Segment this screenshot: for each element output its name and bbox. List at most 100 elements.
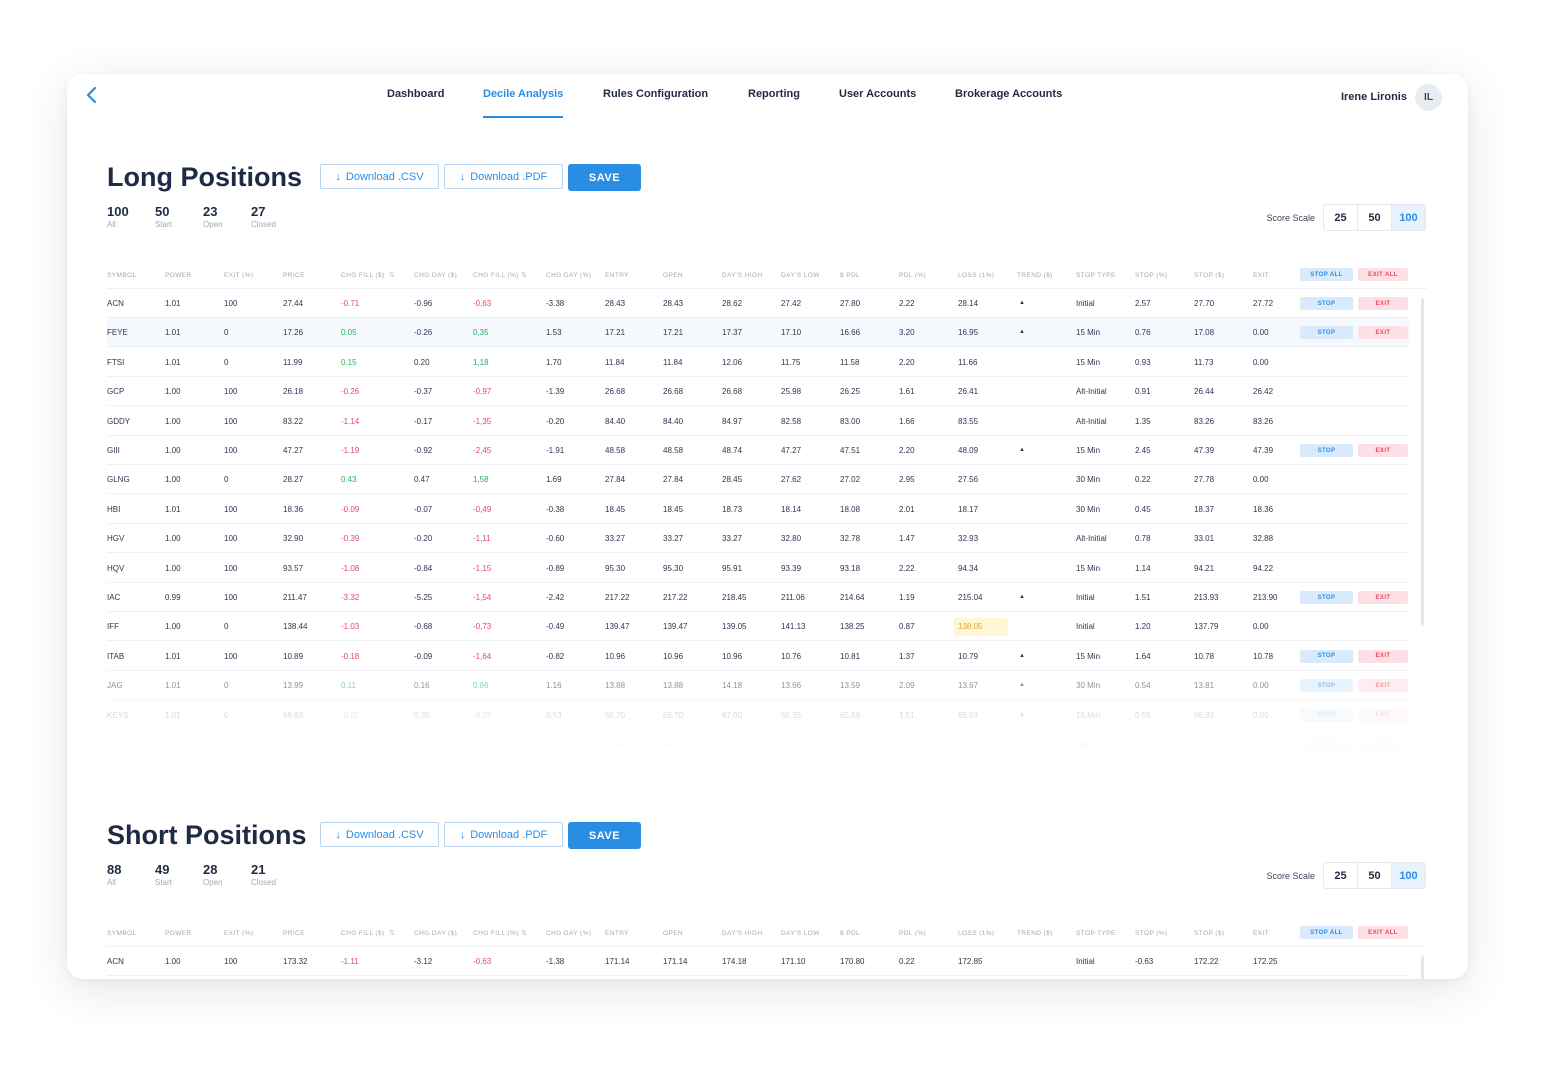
column-header-open[interactable]: OPEN xyxy=(663,272,683,279)
column-header-chg-day[interactable]: CHG DAY (%) xyxy=(546,272,591,279)
column-header-stop[interactable]: STOP ($) xyxy=(1194,272,1224,279)
stop-button[interactable]: STOP xyxy=(1300,444,1353,457)
exit-button[interactable]: EXIT xyxy=(1358,708,1408,722)
table-row[interactable]: FTSI 1.01 0 11.99 0.15 0.20 1,18 1.70 11.84 11.84… xyxy=(107,348,1409,377)
download-csv-button[interactable]: ↓ Download .CSV xyxy=(320,164,439,189)
column-header-day-s-high[interactable]: DAY'S HIGH xyxy=(722,930,763,937)
column-header-entry[interactable]: ENTRY xyxy=(605,930,629,937)
table-row[interactable]: GIII 1.00 100 47.27 -1.19 -0.92 -2,45 -1.91 48.5… xyxy=(107,436,1409,465)
download-csv-button[interactable]: ↓ Download .CSV xyxy=(320,822,439,847)
table-row[interactable]: KS 1.00 0 14.07 -0.34 0.36 -1,11 -2.23 14.41 14.4… xyxy=(107,730,1409,759)
column-header-symbol[interactable]: SYMBOL xyxy=(107,272,137,279)
download-pdf-button[interactable]: ↓ Download .PDF xyxy=(444,822,563,847)
stop-button[interactable]: STOP xyxy=(1300,649,1353,663)
nav-user-accounts[interactable]: User Accounts xyxy=(839,88,916,118)
table-row[interactable]: FEYE 1.01 0 17.26 0.05 -0.26 0,35 1.53 17.21 17.2… xyxy=(107,318,1409,348)
save-button[interactable]: SAVE xyxy=(568,164,641,191)
score-option-25[interactable]: 25 xyxy=(1324,863,1358,888)
column-header-open[interactable]: OPEN xyxy=(663,930,683,937)
column-header-price[interactable]: PRICE xyxy=(283,930,305,937)
sort-icon[interactable]: ⇅ xyxy=(521,271,527,279)
nav-dashboard[interactable]: Dashboard xyxy=(387,88,444,118)
column-header-exit[interactable]: EXIT xyxy=(1253,272,1269,279)
column-header-stop[interactable]: STOP ($) xyxy=(1194,930,1224,937)
score-option-100[interactable]: 100 xyxy=(1392,863,1425,888)
column-header-chg-day[interactable]: CHG DAY (%) xyxy=(546,930,591,937)
column-header-exit[interactable]: EXIT (%) xyxy=(224,272,253,279)
stop-button[interactable]: STOP xyxy=(1300,708,1353,722)
column-header-power[interactable]: POWER xyxy=(165,272,192,279)
table-row[interactable]: JAG 1.01 0 13.99 0.11 0.16 0,86 1.16 13.88 13.88 1… xyxy=(107,671,1409,701)
column-header-chg-fill[interactable]: CHG FILL ($) xyxy=(341,272,385,279)
column-header-price[interactable]: PRICE xyxy=(283,272,305,279)
column-header-stop-type[interactable]: STOP TYPE xyxy=(1076,930,1116,937)
stop-button[interactable]: STOP xyxy=(1300,326,1353,340)
download-pdf-button[interactable]: ↓ Download .PDF xyxy=(444,164,563,189)
exit-button[interactable]: EXIT xyxy=(1358,738,1408,751)
column-header-pdl[interactable]: $ PDL xyxy=(840,272,860,279)
column-header-day-s-high[interactable]: DAY'S HIGH xyxy=(722,272,763,279)
column-header-loss-1[interactable]: LOSS (1%) xyxy=(958,272,994,279)
column-header-pdl[interactable]: PDL (%) xyxy=(899,272,926,279)
exit-button[interactable]: EXIT xyxy=(1358,297,1408,310)
exit-button[interactable]: EXIT xyxy=(1358,679,1408,693)
sort-icon[interactable]: ⇅ xyxy=(389,271,395,279)
user-menu[interactable]: Irene Lironis IL xyxy=(1341,83,1442,111)
avatar[interactable]: IL xyxy=(1415,83,1442,111)
column-header-power[interactable]: POWER xyxy=(165,930,192,937)
column-header-day-s-low[interactable]: DAY'S LOW xyxy=(781,272,820,279)
column-header-stop-type[interactable]: STOP TYPE xyxy=(1076,272,1116,279)
column-header-chg-day[interactable]: CHG DAY ($) xyxy=(414,930,457,937)
table-row[interactable]: GCP 1.00 100 26.18 -0.26 -0.37 -0,97 -1.39 26.68… xyxy=(107,377,1409,407)
save-button[interactable]: SAVE xyxy=(568,822,641,849)
table-row[interactable]: IAC 0.99 100 211.47 -3.32 -5.25 -1,54 -2.42 217.… xyxy=(107,583,1409,612)
table-row[interactable]: KEYS 1.01 0 66.63 -0.07 0.35 -0,03 0.53 66.70 66.… xyxy=(107,701,1409,730)
table-row[interactable]: ACN 1.00 100 173.32 -1.11 -3.12 -0,63 -1.38 171.… xyxy=(107,947,1409,976)
table-row[interactable]: HBI 1.01 100 18.36 -0.09 -0.07 -0,49 -0.38 18.45… xyxy=(107,495,1409,524)
table-row[interactable]: HQV 1.00 100 93.57 -1.08 -0.84 -1,15 -0.89 95.30… xyxy=(107,554,1409,583)
stop-button[interactable]: STOP xyxy=(1300,738,1353,751)
table-row[interactable]: ITAB 1.01 100 10.89 -0.18 -0.09 -1,64 -0.82 10.9… xyxy=(107,642,1409,671)
exit-button[interactable]: EXIT xyxy=(1358,649,1408,663)
score-option-25[interactable]: 25 xyxy=(1324,205,1358,230)
exit-button[interactable]: EXIT xyxy=(1358,591,1408,604)
column-header-loss-1[interactable]: LOSS (1%) xyxy=(958,930,994,937)
long-table-scrollbar[interactable] xyxy=(1421,298,1424,626)
stop-button[interactable]: STOP xyxy=(1300,679,1353,693)
column-header-pdl[interactable]: $ PDL xyxy=(840,930,860,937)
score-option-100[interactable]: 100 xyxy=(1392,205,1425,230)
stop-button[interactable]: STOP xyxy=(1300,297,1353,310)
column-header-stop[interactable]: STOP (%) xyxy=(1135,930,1168,937)
sort-icon[interactable]: ⇅ xyxy=(521,929,527,937)
column-header-exit[interactable]: EXIT xyxy=(1253,930,1269,937)
stop-button[interactable]: STOP xyxy=(1300,591,1353,604)
exit-button[interactable]: EXIT xyxy=(1358,326,1408,340)
short-table-scrollbar[interactable] xyxy=(1421,956,1424,979)
table-row[interactable]: ACN 1.01 100 27.44 -0.71 -0.96 -0,63 -3.38 28.43… xyxy=(107,289,1409,318)
score-option-50[interactable]: 50 xyxy=(1358,863,1392,888)
nav-brokerage-accounts[interactable]: Brokerage Accounts xyxy=(955,88,1062,118)
column-header-day-s-low[interactable]: DAY'S LOW xyxy=(781,930,820,937)
column-header-chg-day[interactable]: CHG DAY ($) xyxy=(414,272,457,279)
table-row[interactable]: GDDY 1.00 100 83.22 -1.14 -0.17 -1,35 -0.20 84.4… xyxy=(107,407,1409,436)
column-header-stop[interactable]: STOP (%) xyxy=(1135,272,1168,279)
nav-reporting[interactable]: Reporting xyxy=(748,88,800,118)
column-header-trend[interactable]: TREND ($) xyxy=(1017,272,1053,279)
nav-decile-analysis[interactable]: Decile Analysis xyxy=(483,88,564,118)
column-header-pdl[interactable]: PDL (%) xyxy=(899,930,926,937)
score-option-50[interactable]: 50 xyxy=(1358,205,1392,230)
sort-icon[interactable]: ⇅ xyxy=(389,929,395,937)
table-row[interactable]: GLNG 1.00 0 28.27 0.43 0.47 1,58 1.69 27.84 27.84… xyxy=(107,465,1409,495)
stop-all-button[interactable]: STOP ALL xyxy=(1300,268,1353,281)
column-header-symbol[interactable]: SYMBOL xyxy=(107,930,137,937)
exit-button[interactable]: EXIT xyxy=(1358,444,1408,457)
column-header-trend[interactable]: TREND ($) xyxy=(1017,930,1053,937)
back-arrow-icon[interactable] xyxy=(85,86,107,108)
nav-rules-configuration[interactable]: Rules Configuration xyxy=(603,88,708,118)
column-header-chg-fill[interactable]: CHG FILL (%) xyxy=(473,930,519,937)
column-header-exit[interactable]: EXIT (%) xyxy=(224,930,253,937)
column-header-chg-fill[interactable]: CHG FILL ($) xyxy=(341,930,385,937)
stop-all-button[interactable]: STOP ALL xyxy=(1300,926,1353,939)
column-header-chg-fill[interactable]: CHG FILL (%) xyxy=(473,272,519,279)
table-row[interactable]: HGV 1.00 100 32.90 -0.39 -0.20 -1,11 -0.60 33.27… xyxy=(107,524,1409,554)
